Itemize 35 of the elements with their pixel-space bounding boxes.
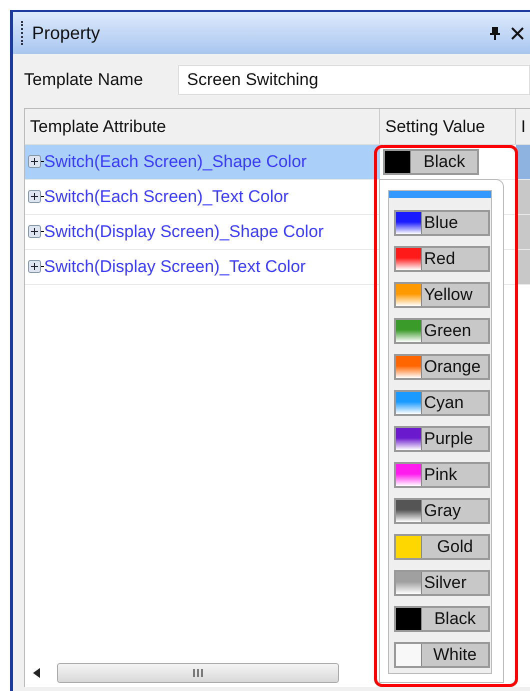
window-title: Property — [32, 22, 100, 45]
close-icon[interactable] — [511, 26, 524, 40]
color-option[interactable]: Cyan — [394, 390, 490, 416]
attribute-label: Switch(Each Screen)_Shape Color — [44, 151, 307, 174]
tree-row[interactable]: Switch(Each Screen)_Shape Color — [25, 145, 380, 179]
color-option[interactable]: Orange — [394, 354, 490, 380]
color-option[interactable]: Blue — [394, 210, 490, 236]
grip-icon — [21, 21, 24, 45]
expand-icon[interactable] — [28, 260, 44, 274]
scroll-left-icon[interactable] — [33, 668, 41, 678]
attribute-label: Switch(Display Screen)_Shape Color — [44, 221, 324, 244]
grip-icon — [193, 668, 203, 678]
expand-icon[interactable] — [28, 190, 44, 204]
color-option[interactable]: Purple — [394, 426, 490, 452]
scrollbar-thumb[interactable] — [57, 663, 339, 683]
color-option[interactable]: Gold — [394, 534, 490, 560]
expand-icon[interactable] — [28, 155, 44, 169]
field-label: Template Name — [24, 69, 144, 92]
color-option[interactable]: Red — [394, 246, 490, 272]
expand-icon[interactable] — [28, 225, 44, 239]
color-value-button[interactable]: Black — [383, 149, 480, 175]
column-header[interactable]: Setting Value — [380, 109, 516, 144]
color-option[interactable]: Green — [394, 318, 490, 344]
color-option[interactable]: Black — [394, 606, 490, 632]
template-name-field[interactable]: Screen Switching — [178, 65, 530, 95]
pin-icon[interactable] — [489, 26, 501, 40]
attribute-label: Switch(Display Screen)_Text Color — [44, 256, 306, 278]
column-header[interactable]: Template Attribute — [25, 109, 380, 144]
color-option[interactable]: Pink — [394, 462, 490, 488]
color-option[interactable]: Gray — [394, 498, 490, 524]
attribute-label: Switch(Each Screen)_Text Color — [44, 186, 289, 208]
color-option[interactable]: Silver — [394, 570, 490, 596]
column-header[interactable]: I — [516, 109, 530, 144]
color-option[interactable]: Yellow — [394, 282, 490, 308]
color-option[interactable]: White — [394, 642, 490, 668]
